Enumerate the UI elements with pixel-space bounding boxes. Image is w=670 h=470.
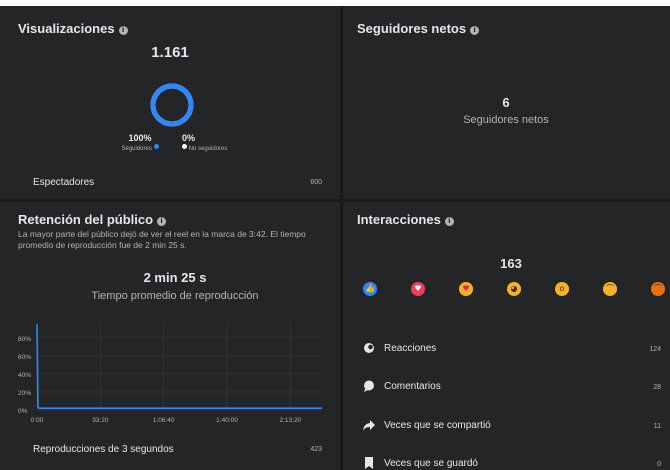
non-followers-pct: 0%	[182, 133, 196, 143]
row-reactions-value: 124	[649, 346, 661, 353]
info-icon[interactable]: i	[444, 217, 454, 226]
y-tick-label: 40%	[18, 372, 31, 379]
views-card: Visualizaciones i 1.161 100% Seguidores 0…	[0, 6, 340, 199]
net-followers-card: Seguidores netos i 6 Seguidores netos	[343, 6, 670, 199]
share-icon	[363, 420, 375, 431]
info-icon[interactable]: i	[157, 217, 167, 226]
x-tick-label: 1:06:40	[153, 417, 175, 424]
love-icon: ♥	[411, 282, 425, 296]
interactions-title: Interacciones i	[357, 212, 454, 227]
y-tick-label: 80%	[18, 336, 31, 343]
interactions-total: 163	[500, 256, 522, 271]
non-followers-label-row: No seguidores	[182, 144, 252, 152]
row-comments-value: 28	[653, 384, 661, 391]
net-followers-label: Seguidores netos	[463, 114, 549, 126]
views-donut	[150, 83, 194, 127]
net-followers-title: Seguidores netos i	[357, 21, 480, 36]
followers-label: Seguidores	[121, 146, 152, 152]
x-tick-label: 2:13:20	[279, 417, 301, 424]
non-followers-legend: 0% No seguidores	[182, 133, 252, 152]
non-followers-label: No seguidores	[188, 146, 228, 152]
row-shares-label: Veces que se compartió	[384, 420, 491, 431]
row-shares-value: 11	[653, 423, 661, 430]
y-tick-label: 60%	[18, 354, 31, 361]
row-comments-label: Comentarios	[384, 381, 441, 392]
reactions-icon	[364, 343, 374, 353]
interactions-title-text: Interacciones	[357, 212, 441, 227]
donut-followers-segment	[150, 83, 194, 127]
views-title-text: Visualizaciones	[18, 21, 115, 36]
angry-icon: ⌒	[651, 282, 665, 296]
interactions-card: Interacciones i 163 👍 ♥ ♥ ◕ o ⌒ ⌒ Reaccio…	[343, 202, 670, 470]
views-total: 1.161	[151, 44, 189, 61]
viewers-label: Espectadores	[33, 177, 95, 188]
bookmark-icon	[365, 457, 373, 469]
non-followers-dot-icon	[182, 144, 187, 149]
net-followers-value: 6	[502, 95, 510, 110]
sad-icon: ⌒	[603, 282, 617, 296]
retention-avg-time: 2 min 25 s	[143, 270, 207, 285]
x-tick-label: 0:00	[31, 417, 44, 424]
followers-dot-icon	[153, 144, 159, 149]
info-icon[interactable]: i	[118, 26, 128, 35]
haha-icon: ◕	[507, 282, 521, 296]
retention-description: La mayor parte del público dejó de ver e…	[18, 229, 306, 250]
x-tick-label: 1:40:00	[216, 417, 238, 424]
row-saves-value: 0	[657, 461, 661, 468]
wow-icon: o	[555, 282, 569, 296]
y-tick-label: 20%	[18, 390, 31, 397]
retention-title: Retención del público i	[18, 212, 167, 227]
plays-value: 423	[310, 446, 322, 453]
viewers-value: 600	[310, 179, 322, 186]
retention-title-text: Retención del público	[18, 212, 154, 227]
followers-label-row: Seguidores	[110, 144, 170, 152]
followers-pct: 100%	[128, 133, 152, 143]
net-followers-title-text: Seguidores netos	[357, 21, 467, 36]
retention-chart: 0% 20% 40% 60% 80% 0:00 33:20 1:06:40 1:40:00 2:1…	[18, 324, 323, 424]
plays-label: Reproducciones de 3 segundos	[33, 444, 174, 455]
retention-avg-label: Tiempo promedio de reproducción	[91, 290, 259, 302]
x-tick-label: 33:20	[92, 417, 109, 424]
row-saves-label: Veces que se guardó	[384, 458, 478, 469]
retention-card: Retención del público i La mayor parte de…	[0, 202, 340, 470]
info-icon[interactable]: i	[470, 26, 480, 35]
like-icon: 👍	[363, 282, 377, 296]
views-title: Visualizaciones i	[18, 21, 128, 36]
followers-legend: 100% Seguidores	[110, 133, 170, 152]
care-icon: ♥	[459, 282, 473, 296]
y-tick-label: 0%	[18, 408, 28, 415]
row-reactions-label: Reacciones	[384, 343, 437, 354]
comment-icon	[364, 380, 374, 392]
retention-series-line	[36, 324, 322, 409]
